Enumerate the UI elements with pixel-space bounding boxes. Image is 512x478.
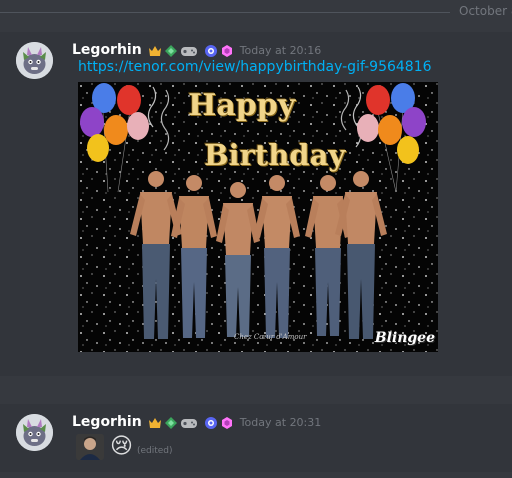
message-content: 😢 (edited) [76, 434, 173, 460]
date-divider: October 8 [0, 0, 512, 28]
tenor-link[interactable]: https://tenor.com/view/happybirthday-gif… [78, 59, 432, 75]
gif-embed[interactable]: Happy Birthday Chez Cœur d'Amour Blingee [78, 82, 438, 352]
diamond-icon[interactable] [164, 43, 178, 57]
diamond-icon[interactable] [164, 415, 178, 429]
gif-title-birthday: Birthday [204, 138, 346, 172]
nitro-icon[interactable] [204, 415, 218, 429]
gif-title-happy: Happy [188, 88, 296, 123]
gamepad-icon[interactable] [180, 415, 198, 429]
message-header: Legorhin Today at 20:31 [72, 413, 321, 431]
gamepad-icon[interactable] [180, 43, 198, 57]
username[interactable]: Legorhin [72, 42, 142, 58]
avatar[interactable] [16, 414, 53, 451]
avatar[interactable] [16, 42, 53, 79]
avatar-image [16, 414, 53, 451]
avatar-image [16, 42, 53, 79]
timestamp[interactable]: Today at 20:31 [240, 416, 322, 429]
nitro-icon[interactable] [204, 43, 218, 57]
message-header: Legorhin Today at 20:16 [72, 41, 321, 59]
timestamp[interactable]: Today at 20:16 [240, 44, 322, 57]
blingee-watermark: Blingee [374, 330, 435, 346]
message-item[interactable]: Legorhin Today at 20:31 😢 (edited) [0, 404, 512, 472]
boost-icon[interactable] [220, 43, 234, 57]
custom-emoji-image [76, 434, 104, 460]
gif-caption: Chez Cœur d'Amour [234, 333, 307, 341]
custom-emoji[interactable] [76, 434, 104, 460]
boost-icon[interactable] [220, 415, 234, 429]
crown-icon[interactable] [148, 415, 162, 429]
username[interactable]: Legorhin [72, 414, 142, 430]
message-item[interactable]: Legorhin Today at 20:16 https://tenor.co… [0, 32, 512, 376]
crown-icon[interactable] [148, 43, 162, 57]
divider-line [0, 12, 450, 13]
crying-emoji: 😢 [110, 434, 133, 459]
date-divider-label: October 8 [459, 4, 512, 18]
edited-label: (edited) [136, 446, 173, 456]
